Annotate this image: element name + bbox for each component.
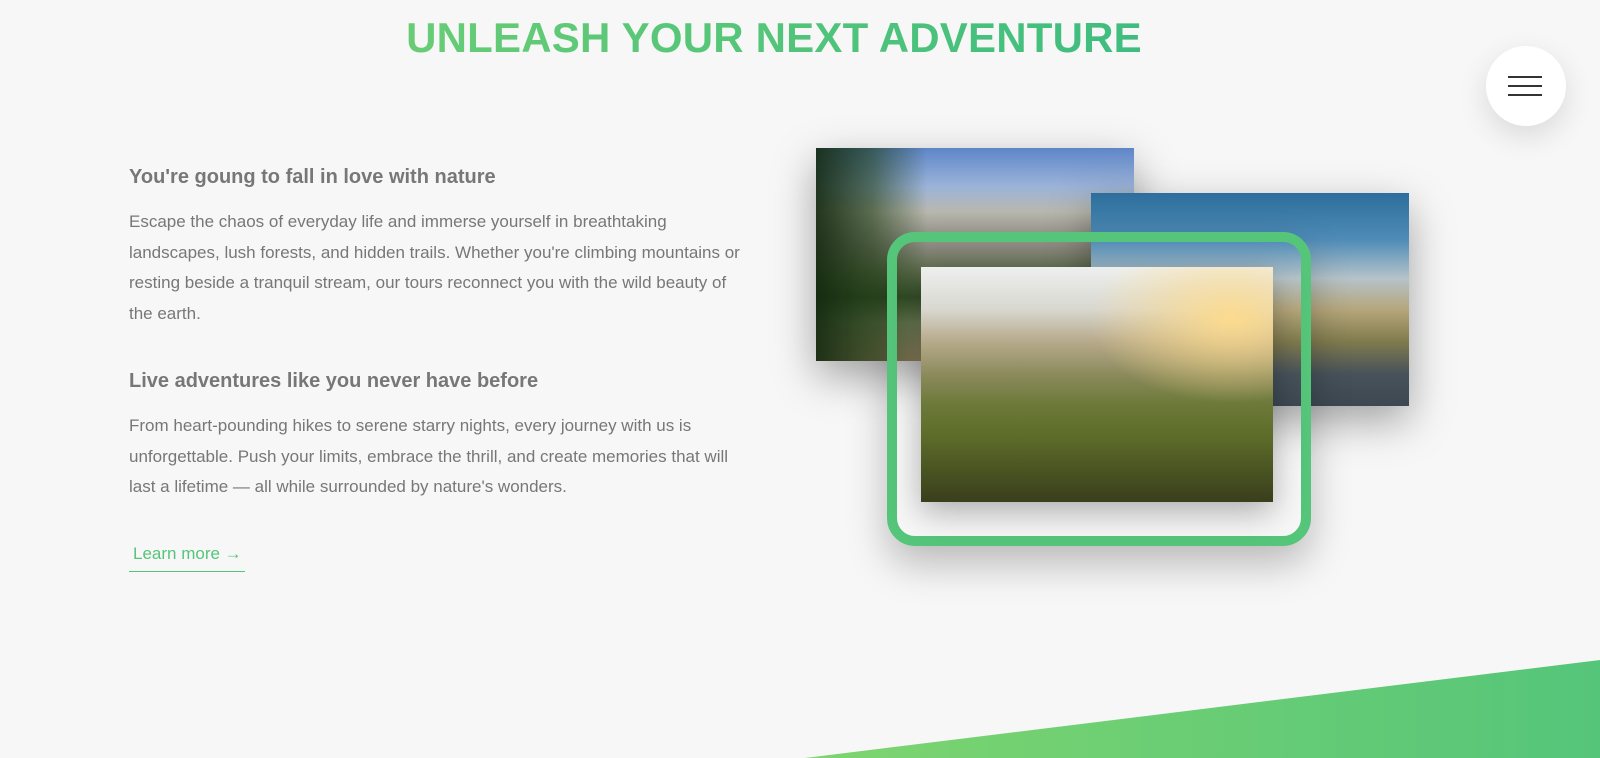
section-heading: UNLEASH YOUR NEXT ADVENTURE [0,14,1548,62]
hamburger-line [1508,85,1542,87]
about-text-column: You're goung to fall in love with nature… [129,166,744,572]
subheading-nature: You're goung to fall in love with nature [129,166,496,188]
hamburger-line [1508,94,1542,96]
paragraph-nature: Escape the chaos of everyday life and im… [129,212,740,324]
subheading-adventures: Live adventures like you never have befo… [129,369,539,392]
navigation-menu-button[interactable] [1486,46,1566,126]
paragraph-adventures: From heart-pounding hikes to serene star… [129,415,729,497]
mountain-ridge-hiker-photo [921,267,1273,502]
learn-more-link[interactable]: Learn more → [129,541,245,572]
hamburger-line [1508,76,1542,78]
